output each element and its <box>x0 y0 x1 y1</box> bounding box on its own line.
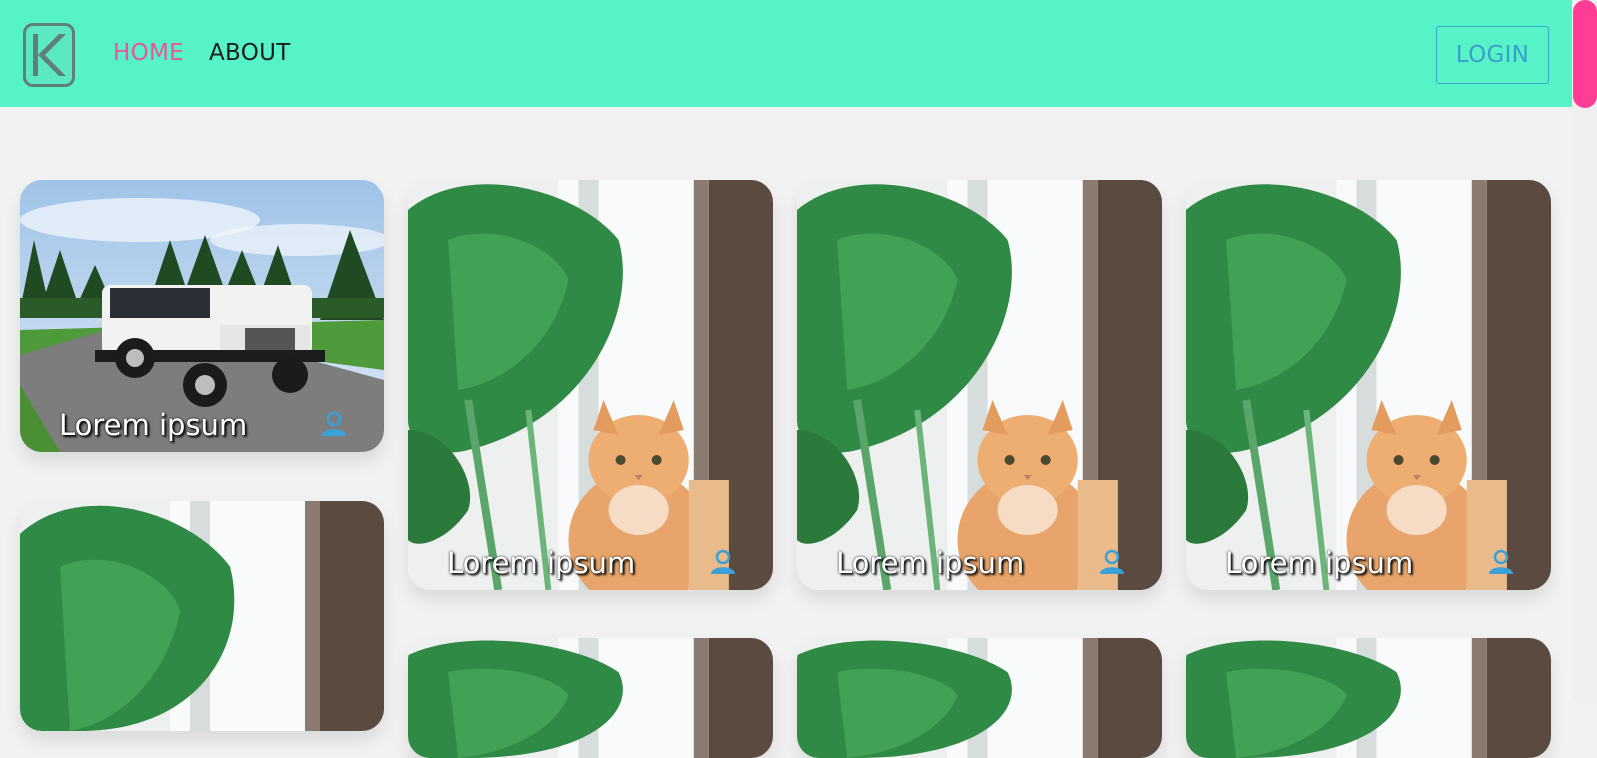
plant-image <box>797 638 1162 758</box>
nav-about-link[interactable]: ABOUT <box>209 38 291 68</box>
top-navbar: HOME ABOUT LOGIN <box>0 0 1572 107</box>
card-title: Lorem ipsum <box>59 408 248 442</box>
plant-image <box>1186 638 1551 758</box>
card-plant-1[interactable] <box>20 501 384 731</box>
card-cat-2[interactable]: Lorem ipsum <box>797 180 1162 590</box>
k-logo-icon[interactable] <box>23 23 75 87</box>
user-icon[interactable] <box>320 410 348 438</box>
card-cat-3[interactable]: Lorem ipsum <box>1186 180 1551 590</box>
cat-plant-image <box>408 180 773 590</box>
card-title: Lorem ipsum <box>1225 546 1414 580</box>
user-icon[interactable] <box>1098 548 1126 576</box>
card-jeep[interactable]: Lorem ipsum <box>20 180 384 452</box>
card-title: Lorem ipsum <box>447 546 636 580</box>
plant-image <box>20 501 384 731</box>
user-icon[interactable] <box>709 548 737 576</box>
card-title: Lorem ipsum <box>836 546 1025 580</box>
card-plant-3[interactable] <box>797 638 1162 758</box>
cat-plant-image <box>797 180 1162 590</box>
card-cat-1[interactable]: Lorem ipsum <box>408 180 773 590</box>
card-plant-4[interactable] <box>1186 638 1551 758</box>
cat-plant-image <box>1186 180 1551 590</box>
plant-image <box>408 638 773 758</box>
scrollbar-thumb[interactable] <box>1573 0 1597 108</box>
login-button[interactable]: LOGIN <box>1436 26 1549 84</box>
nav-home-link[interactable]: HOME <box>113 38 184 68</box>
user-icon[interactable] <box>1487 548 1515 576</box>
card-plant-2[interactable] <box>408 638 773 758</box>
